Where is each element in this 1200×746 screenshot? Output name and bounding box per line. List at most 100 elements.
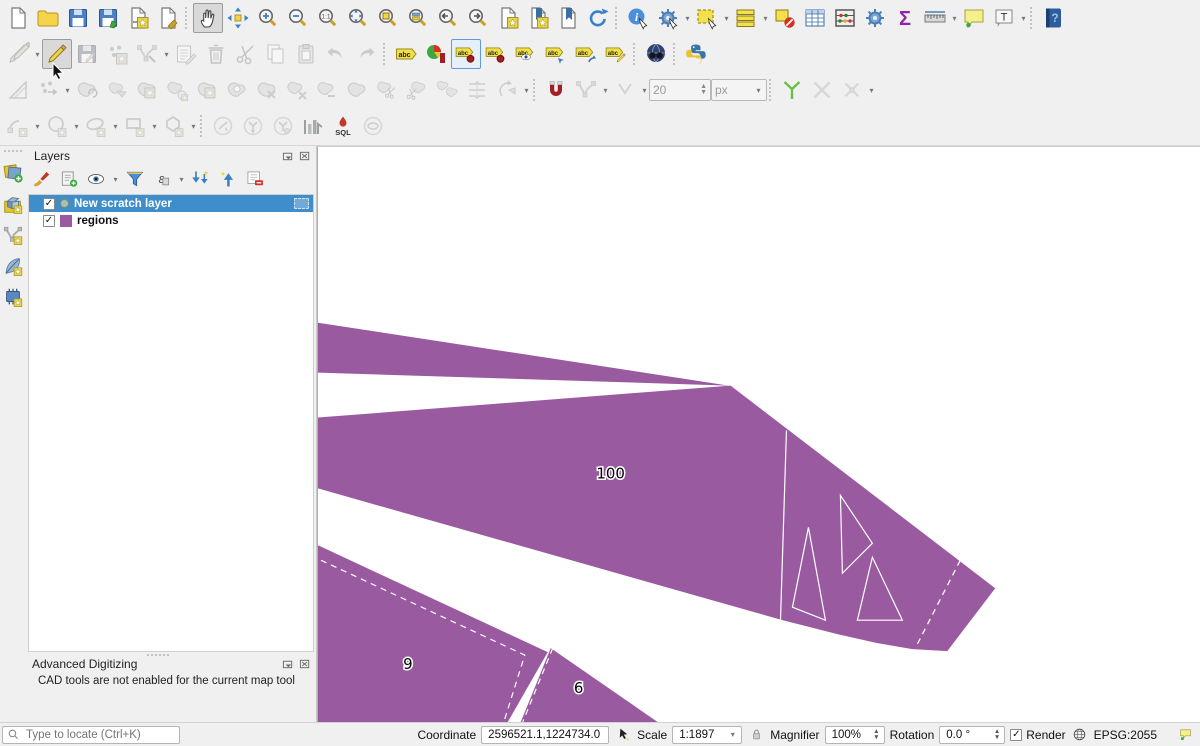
- layers-panel-close-button[interactable]: [298, 150, 312, 163]
- processing-toolbox-button[interactable]: [860, 3, 890, 33]
- topological-editing-button[interactable]: [777, 75, 807, 105]
- expand-all-button[interactable]: [189, 167, 213, 191]
- coordinate-input[interactable]: [486, 728, 604, 742]
- zoom-in-button[interactable]: [253, 3, 283, 33]
- layer-diagram-options-button[interactable]: [421, 39, 451, 69]
- open-data-source-manager-button[interactable]: [1, 161, 25, 185]
- digitize-with-segment-button[interactable]: [102, 39, 132, 69]
- trace-tool-button[interactable]: [358, 111, 388, 141]
- delete-selected-button[interactable]: [201, 39, 231, 69]
- render-checkbox[interactable]: ✓: [1010, 729, 1022, 741]
- redo-button[interactable]: [351, 39, 381, 69]
- current-edits-button[interactable]: [3, 39, 33, 69]
- pan-map-button[interactable]: [193, 3, 223, 33]
- new-geopackage-layer-button[interactable]: [1, 192, 25, 216]
- rotate-point-symbols-dropdown[interactable]: ▾: [522, 86, 531, 95]
- text-annotation-dropdown[interactable]: ▾: [1019, 14, 1028, 23]
- add-ellipse-dropdown[interactable]: ▾: [111, 122, 120, 131]
- split-features-button[interactable]: [372, 75, 402, 105]
- zoom-to-selection-button[interactable]: [373, 3, 403, 33]
- delete-part-button[interactable]: [282, 75, 312, 105]
- sql-query-button[interactable]: [328, 111, 358, 141]
- digitize-with-curve-dropdown[interactable]: ▾: [63, 86, 72, 95]
- measure-dropdown[interactable]: ▾: [950, 14, 959, 23]
- digitize-with-curve-button[interactable]: [33, 75, 63, 105]
- zoom-next-button[interactable]: [463, 3, 493, 33]
- manage-map-themes-button[interactable]: [84, 167, 108, 191]
- delete-ring-button[interactable]: [252, 75, 282, 105]
- layer-checkbox[interactable]: ✓: [43, 198, 55, 210]
- fill-ring-button[interactable]: [222, 75, 252, 105]
- identify-features-button[interactable]: [623, 3, 653, 33]
- rotate-point-symbols-button[interactable]: [492, 75, 522, 105]
- topology-tool-a-button[interactable]: [238, 111, 268, 141]
- enable-advanced-digitizing-button[interactable]: [3, 75, 33, 105]
- filter-legend-button[interactable]: [123, 167, 147, 191]
- new-print-layout-button[interactable]: [123, 3, 153, 33]
- magnifier-input[interactable]: [830, 728, 871, 742]
- snapping-mode-dropdown[interactable]: ▾: [640, 86, 649, 95]
- layer-checkbox[interactable]: ✓: [43, 215, 55, 227]
- scale-input[interactable]: [677, 728, 728, 742]
- show-hide-labels-button[interactable]: [511, 39, 541, 69]
- circular-string-dropdown[interactable]: ▾: [33, 122, 42, 131]
- self-snapping-dropdown[interactable]: ▾: [867, 86, 876, 95]
- help-contents-button[interactable]: [1038, 3, 1068, 33]
- run-feature-action-button[interactable]: [653, 3, 683, 33]
- open-layer-styling-button[interactable]: [30, 167, 54, 191]
- snapping-tolerance-spinbox[interactable]: 20▲▼: [649, 79, 711, 101]
- copy-features-button[interactable]: [261, 39, 291, 69]
- map-canvas[interactable]: 100 9 6: [317, 146, 1200, 722]
- align-features-button[interactable]: [462, 75, 492, 105]
- rotation-spinbox[interactable]: ▲▼: [939, 726, 1005, 744]
- change-label-properties-button[interactable]: [601, 39, 631, 69]
- advanced-digitizing-close-button[interactable]: [298, 658, 312, 671]
- snapping-mode-button[interactable]: [610, 75, 640, 105]
- select-features-by-value-dropdown[interactable]: ▾: [761, 14, 770, 23]
- run-feature-action-dropdown[interactable]: ▾: [683, 14, 692, 23]
- move-label-button[interactable]: [541, 39, 571, 69]
- select-features-by-value-button[interactable]: [731, 3, 761, 33]
- offset-curve-button[interactable]: [342, 75, 372, 105]
- coordinate-box[interactable]: [481, 726, 609, 744]
- layer-labeling-options-button[interactable]: [391, 39, 421, 69]
- new-shapefile-layer-button[interactable]: [1, 223, 25, 247]
- snapping-on-intersection-button[interactable]: [807, 75, 837, 105]
- open-attribute-table-button[interactable]: [800, 3, 830, 33]
- memory-layer-indicator-icon[interactable]: [294, 198, 309, 209]
- collapse-all-button[interactable]: [216, 167, 240, 191]
- magnifier-spinbox[interactable]: ▲▼: [825, 726, 885, 744]
- move-features-button[interactable]: [72, 75, 102, 105]
- pan-to-selection-button[interactable]: [223, 3, 253, 33]
- zoom-native-button[interactable]: 1:1: [313, 3, 343, 33]
- merge-features-button[interactable]: [432, 75, 462, 105]
- crs-globe-icon[interactable]: [1071, 726, 1089, 744]
- layer-item-regions[interactable]: ✓ regions: [29, 212, 313, 229]
- add-regular-polygon-button[interactable]: [159, 111, 189, 141]
- lock-scale-icon[interactable]: [747, 726, 765, 744]
- cut-features-button[interactable]: [231, 39, 261, 69]
- filter-legend-by-expression-dropdown[interactable]: ▾: [177, 175, 186, 184]
- rotation-spin-arrows[interactable]: ▲▼: [994, 729, 1000, 741]
- text-annotation-button[interactable]: T: [989, 3, 1019, 33]
- zoom-full-button[interactable]: [343, 3, 373, 33]
- render-toggle[interactable]: ✓ Render: [1010, 728, 1065, 742]
- save-layer-edits-button[interactable]: [72, 39, 102, 69]
- vertex-tool-dropdown[interactable]: ▾: [162, 50, 171, 59]
- new-spatialite-layer-button[interactable]: [1, 254, 25, 278]
- show-spatial-bookmarks-button[interactable]: [523, 3, 553, 33]
- pin-unpin-labels-button[interactable]: [451, 39, 481, 69]
- zoom-out-button[interactable]: [283, 3, 313, 33]
- add-regular-polygon-dropdown[interactable]: ▾: [189, 122, 198, 131]
- enable-snapping-button[interactable]: [541, 75, 571, 105]
- snapping-unit-combo[interactable]: px▾: [711, 79, 767, 101]
- geometry-tool-button[interactable]: [208, 111, 238, 141]
- rotate-label-button[interactable]: [571, 39, 601, 69]
- add-part-button[interactable]: [192, 75, 222, 105]
- layer-item-new-scratch-layer[interactable]: ✓ New scratch layer: [29, 195, 313, 212]
- new-project-button[interactable]: [3, 3, 33, 33]
- open-field-calculator-button[interactable]: [830, 3, 860, 33]
- filter-legend-by-expression-button[interactable]: ε: [150, 167, 174, 191]
- advanced-digitizing-float-button[interactable]: [281, 658, 295, 671]
- manage-map-themes-dropdown[interactable]: ▾: [111, 175, 120, 184]
